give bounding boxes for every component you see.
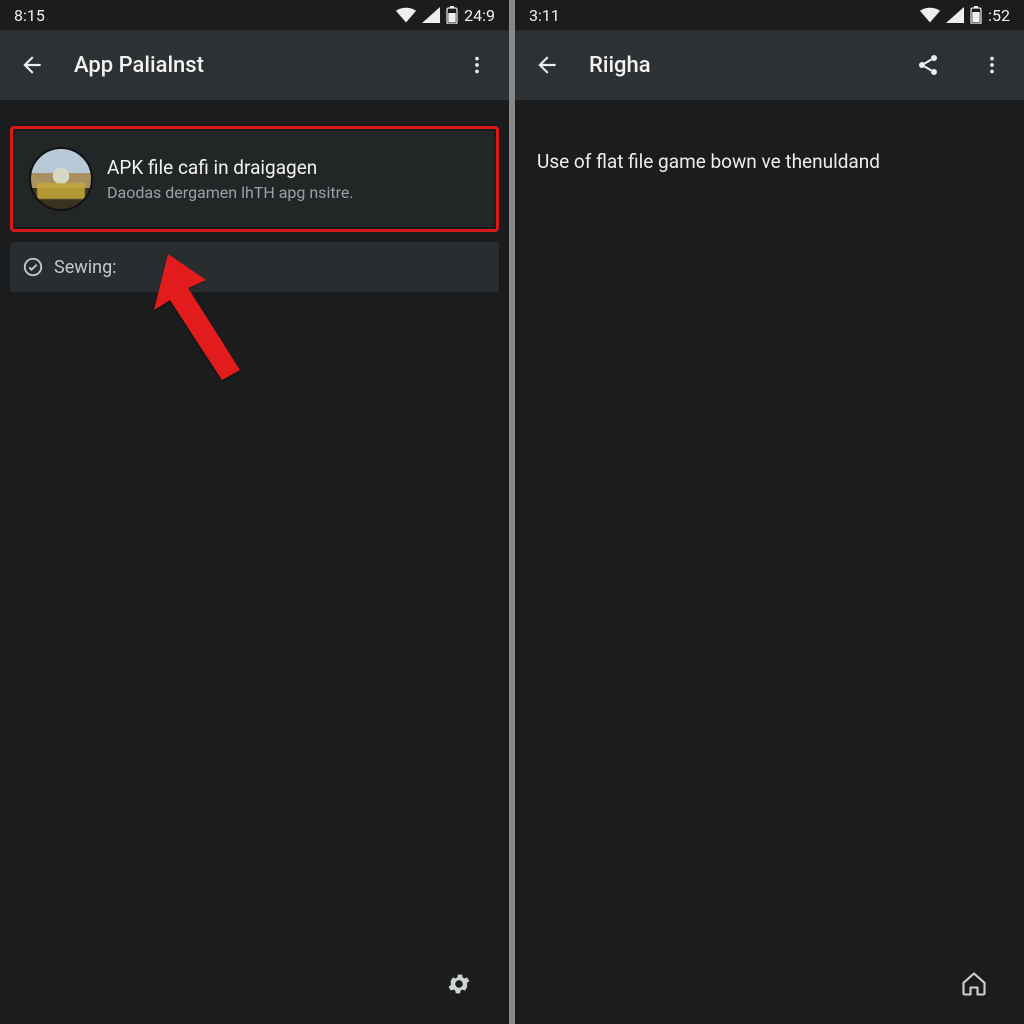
status-label: Sewing: bbox=[54, 257, 117, 278]
status-battery-text: :52 bbox=[988, 6, 1010, 25]
status-row[interactable]: Sewing: bbox=[10, 242, 499, 292]
share-button[interactable] bbox=[906, 43, 950, 87]
status-bar: 8:15 24:9 bbox=[0, 0, 509, 30]
status-time: 8:15 bbox=[14, 6, 45, 25]
signal-icon bbox=[946, 7, 964, 23]
settings-button[interactable] bbox=[437, 962, 481, 1006]
highlight-box: APK file cafi in draigagen Daodas dergam… bbox=[10, 126, 499, 232]
item-subtitle: Daodas dergamen lhTH apg nsitre. bbox=[107, 183, 354, 202]
app-bar: Riigha bbox=[515, 30, 1024, 100]
back-button[interactable] bbox=[10, 43, 54, 87]
wifi-icon bbox=[920, 7, 940, 23]
status-battery-text: 24:9 bbox=[464, 6, 495, 25]
left-screenshot: 8:15 24:9 App Palialnst APK bbox=[0, 0, 509, 1024]
share-icon bbox=[916, 53, 940, 77]
battery-icon bbox=[970, 6, 982, 24]
right-screenshot: 3:11 :52 Riigha Use of flat file game bo… bbox=[515, 0, 1024, 1024]
app-thumbnail-icon bbox=[29, 147, 93, 211]
appbar-title: Riigha bbox=[589, 53, 886, 78]
annotation-arrow-icon bbox=[110, 210, 290, 390]
arrow-back-icon bbox=[19, 52, 45, 78]
arrow-back-icon bbox=[534, 52, 560, 78]
overflow-menu-button[interactable] bbox=[455, 43, 499, 87]
status-time: 3:11 bbox=[529, 6, 560, 25]
body-text: Use of flat file game bown ve thenuldand bbox=[515, 116, 1024, 175]
app-bar: App Palialnst bbox=[0, 30, 509, 100]
overflow-menu-button[interactable] bbox=[970, 43, 1014, 87]
status-bar: 3:11 :52 bbox=[515, 0, 1024, 30]
battery-icon bbox=[446, 6, 458, 24]
wifi-icon bbox=[396, 7, 416, 23]
check-circle-icon bbox=[22, 256, 44, 278]
signal-icon bbox=[422, 7, 440, 23]
gear-icon bbox=[446, 971, 472, 997]
home-outline-icon bbox=[960, 970, 988, 998]
back-button[interactable] bbox=[525, 43, 569, 87]
more-vert-icon bbox=[466, 54, 488, 76]
more-vert-icon bbox=[981, 54, 1003, 76]
appbar-title: App Palialnst bbox=[74, 53, 435, 78]
home-button[interactable] bbox=[952, 962, 996, 1006]
item-title: APK file cafi in draigagen bbox=[107, 156, 354, 179]
apk-file-item[interactable]: APK file cafi in draigagen Daodas dergam… bbox=[15, 131, 494, 227]
